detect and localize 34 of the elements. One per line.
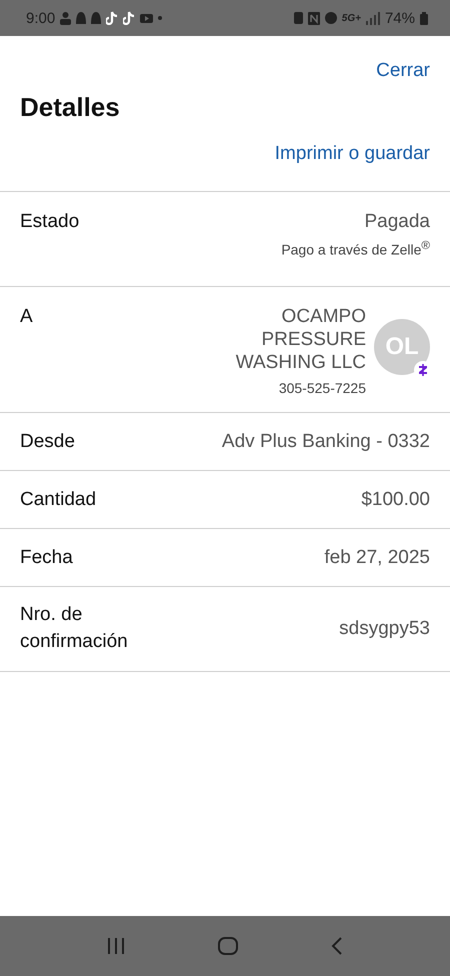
- row-label: Cantidad: [20, 488, 96, 510]
- recipient-phone: 305-525-7225: [278, 380, 366, 396]
- row-label: A: [20, 306, 33, 328]
- recipient-name: OCAMPO: [282, 306, 366, 328]
- home-icon[interactable]: [216, 936, 239, 956]
- page-title: Detalles: [19, 91, 121, 123]
- recipient-name: PRESSURE: [261, 329, 366, 351]
- row-label: Nro. de confirmación: [20, 603, 129, 654]
- row-label: Desde: [20, 430, 75, 452]
- battery-percent: 74%: [384, 10, 415, 26]
- payment-note: Pago a través de Zelle$^{®}$: [281, 239, 430, 258]
- row-value: feb 27, 2025: [324, 546, 430, 568]
- network-type: 5G+: [342, 12, 361, 24]
- play-icon: [140, 14, 154, 22]
- status-value: Pagada: [364, 211, 430, 233]
- row-value: sdsygpy53: [339, 618, 430, 640]
- recents-icon[interactable]: [106, 937, 126, 955]
- phone-icon: [294, 12, 303, 24]
- row-value: $100.00: [361, 488, 430, 510]
- back-icon[interactable]: [330, 936, 344, 956]
- music-note-icon: [106, 11, 118, 25]
- print-link[interactable]: Imprimir o guardar: [274, 143, 430, 165]
- nfc-icon: [308, 12, 320, 24]
- dot-icon: [158, 16, 162, 20]
- music-note-icon: [123, 11, 136, 25]
- status-time: 9:00: [26, 10, 56, 26]
- row-value: Adv Plus Banking - 0332: [222, 430, 430, 452]
- recipient-name: WASHING LLC: [236, 352, 366, 374]
- battery-icon: [420, 12, 428, 24]
- close-link[interactable]: Cerrar: [376, 60, 430, 82]
- person-icon: [60, 12, 72, 24]
- signal-icon: [366, 12, 380, 24]
- row-label: Fecha: [20, 546, 73, 568]
- row-label: Estado: [20, 211, 80, 233]
